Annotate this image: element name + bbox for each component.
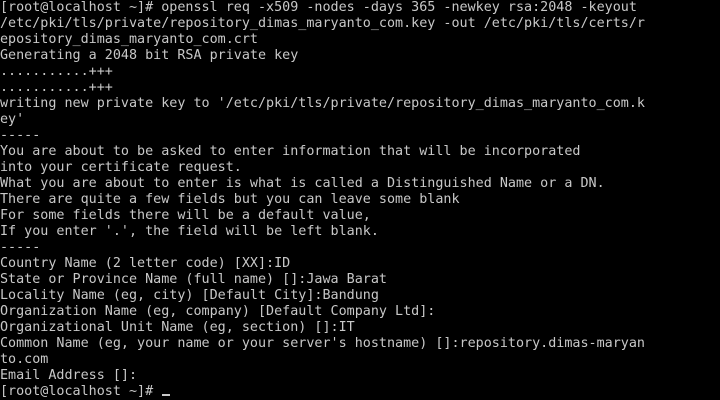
text-cursor <box>162 394 171 396</box>
shell-prompt: [root@localhost ~]# <box>0 384 162 399</box>
terminal-line: ...........+++ <box>0 64 113 79</box>
terminal-line: If you enter '.', the field will be left… <box>0 224 379 239</box>
terminal-line: /etc/pki/tls/private/repository_dimas_ma… <box>0 16 645 31</box>
terminal-line: Locality Name (eg, city) [Default City]:… <box>0 288 379 303</box>
terminal-line: State or Province Name (full name) []:Ja… <box>0 272 387 287</box>
terminal-line: You are about to be asked to enter infor… <box>0 144 581 159</box>
terminal-line: Country Name (2 letter code) [XX]:ID <box>0 256 291 271</box>
terminal-line: Email Address []: <box>0 368 138 383</box>
terminal-line: ----- <box>0 240 41 255</box>
terminal-line: Organization Name (eg, company) [Default… <box>0 304 436 319</box>
terminal-line: into your certificate request. <box>0 160 242 175</box>
command-prompt-line[interactable]: [root@localhost ~]# <box>0 384 720 400</box>
terminal-line: What you are about to enter is what is c… <box>0 176 605 191</box>
terminal-line: ey' <box>0 112 25 127</box>
terminal-window[interactable]: [root@localhost ~]# openssl req -x509 -n… <box>0 0 720 400</box>
terminal-line: to.com <box>0 352 49 367</box>
terminal-line: ...........+++ <box>0 80 113 95</box>
terminal-line: writing new private key to '/etc/pki/tls… <box>0 96 645 111</box>
terminal-line: For some fields there will be a default … <box>0 208 371 223</box>
terminal-line: Organizational Unit Name (eg, section) [… <box>0 320 355 335</box>
terminal-line: Generating a 2048 bit RSA private key <box>0 48 299 63</box>
terminal-line: [root@localhost ~]# openssl req -x509 -n… <box>0 0 637 15</box>
terminal-line: ----- <box>0 128 41 143</box>
terminal-line: There are quite a few fields but you can… <box>0 192 460 207</box>
terminal-line: epository_dimas_maryanto_com.crt <box>0 32 258 47</box>
terminal-line: Common Name (eg, your name or your serve… <box>0 336 645 351</box>
